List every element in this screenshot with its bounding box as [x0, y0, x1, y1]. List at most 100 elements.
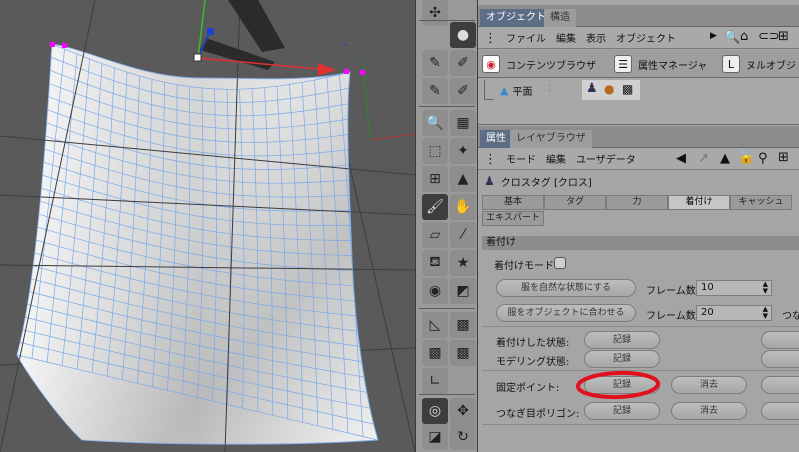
truncated-label: つな [782, 311, 799, 322]
sculpt-icon[interactable]: ✎ [422, 78, 448, 104]
grip-icon: ⋮ [484, 31, 497, 46]
fit-to-object-button[interactable]: 服をオブジェクトに合わせる [496, 304, 636, 322]
3d-viewport[interactable]: ⁼ [0, 0, 415, 452]
null-object-button[interactable]: L ヌルオブジ [722, 54, 796, 74]
menu-more-icon[interactable]: ▶ [710, 31, 717, 41]
menu-mode[interactable]: モード [506, 151, 536, 166]
checker-tag-icon[interactable]: ▩ [622, 82, 633, 96]
tab-structure[interactable]: 構造 [544, 9, 576, 27]
compass-icon[interactable]: ◎ [422, 398, 448, 424]
tab-objects[interactable]: オブジェクト [480, 9, 552, 27]
smudge-icon[interactable]: ✋ [450, 194, 476, 220]
brush-3d-icon[interactable]: ✎ [422, 50, 448, 76]
selection-rect-icon[interactable]: ⬚ [422, 138, 448, 164]
visibility-dots-icon[interactable]: ⁚ [548, 84, 551, 94]
checker-3-icon[interactable]: ▩ [450, 340, 476, 366]
dress-mode-checkbox[interactable] [554, 257, 566, 269]
texture-icon[interactable]: ▦ [450, 110, 476, 136]
attribute-manager-button[interactable]: ☰ 属性マネージャ [614, 54, 707, 74]
globe-icon: ◉ [482, 55, 500, 73]
search-icon[interactable]: 🔍 [724, 30, 740, 45]
plane-icon: ▲ [500, 84, 509, 97]
forward-arrow-icon[interactable]: ↗ [698, 151, 709, 166]
frames-field-1[interactable]: 10 ▲ ▼ [696, 280, 772, 296]
object-name: 平面 [512, 87, 533, 98]
frames-value-2: 20 [701, 307, 714, 318]
edit-icon[interactable]: ✐ [450, 50, 476, 76]
color-swatch-icon[interactable]: ◩ [450, 278, 476, 304]
up-arrow-icon[interactable]: ▲ [720, 151, 730, 166]
checker-2-icon[interactable]: ▩ [422, 340, 448, 366]
magnify-icon[interactable]: 🔍 [422, 110, 448, 136]
menu-object[interactable]: オブジェクト [616, 30, 676, 45]
menu-file[interactable]: ファイル [506, 30, 546, 45]
frames-label-2: フレーム数 [646, 311, 696, 322]
rotate-icon[interactable]: ↻ [450, 424, 476, 450]
annotation-circle [576, 370, 660, 400]
scale-icon[interactable]: ◪ [422, 424, 448, 450]
menu-edit[interactable]: 編集 [556, 30, 576, 45]
stepper-arrows-icon-2[interactable]: ▲ ▼ [763, 306, 768, 320]
transform-icon[interactable]: ⊞ [422, 166, 448, 192]
subtab-basic[interactable]: 基本 [482, 195, 544, 210]
move-tool-icon[interactable]: ✣ [422, 0, 448, 26]
subtab-expert[interactable]: エキスパート [482, 211, 544, 226]
dressed-state-extra-button[interactable] [761, 331, 799, 349]
edge-icon[interactable]: ✐ [450, 78, 476, 104]
magic-wand-icon[interactable]: ✦ [450, 138, 476, 164]
axis-icon[interactable]: ∟ [422, 368, 448, 394]
menu-edit-2[interactable]: 編集 [546, 151, 566, 166]
subtab-cache[interactable]: キャッシュ [730, 195, 792, 210]
tab-layer-browser[interactable]: レイヤブラウザ [510, 130, 592, 148]
dressed-state-set-button[interactable]: 記録 [584, 331, 660, 349]
tool-palette: ✣ ● ✎ ✐ ✎ ✐ 🔍 ▦ ⬚ ✦ ⊞ ▲ 🖌 ✋ ▱ ⁄ ⛾ ★ ◉ ◩ … [415, 0, 478, 452]
modeling-state-set-button[interactable]: 記録 [584, 350, 660, 368]
eye-icon[interactable]: ⊂⊃ [758, 29, 780, 44]
fill-bucket-icon[interactable]: ⛾ [422, 250, 448, 276]
object-list: ▲ 平面 ⁚ ♟ ● ▩ [478, 78, 799, 125]
seam-polygons-extra-button[interactable] [761, 402, 799, 420]
frames-value-1: 10 [701, 282, 714, 293]
paint-brush-icon[interactable]: 🖌 [422, 194, 448, 220]
content-browser-button[interactable]: ◉ コンテンツブラウザ [482, 54, 596, 74]
move-axis-icon[interactable]: ✥ [450, 398, 476, 424]
relax-button[interactable]: 服を自然な状態にする [496, 279, 636, 297]
link-icon[interactable]: ⚲ [758, 151, 768, 166]
content-browser-label: コンテンツブラウザ [506, 60, 596, 72]
cloth-tag-header-icon: ♟ [484, 174, 495, 188]
eyedropper-icon[interactable]: ⁄ [450, 222, 476, 248]
menu-view[interactable]: 表示 [586, 30, 606, 45]
attribute-manager-menubar: ⋮ モード 編集 ユーザデータ ◀ ↗ ▲ 🔓 ⚲ ⊞ [478, 148, 799, 170]
tag-title: クロスタグ [クロス] [500, 177, 592, 189]
checker-icon[interactable]: ▩ [450, 312, 476, 338]
lock-icon[interactable]: 🔓 [738, 150, 754, 165]
seam-polygons-clear-button[interactable]: 消去 [671, 402, 747, 420]
subtab-force[interactable]: 力 [606, 195, 668, 210]
star-icon[interactable]: ★ [450, 250, 476, 276]
new-panel-icon-2[interactable]: ⊞ [778, 150, 789, 165]
new-panel-icon[interactable]: ⊞ [778, 29, 789, 44]
uv-icon[interactable]: ◺ [422, 312, 448, 338]
modeling-state-extra-button[interactable] [761, 350, 799, 368]
layer-mask-icon[interactable]: ◉ [422, 278, 448, 304]
list-icon: ☰ [614, 55, 632, 73]
menu-user-data[interactable]: ユーザデータ [576, 151, 636, 166]
fixed-points-clear-button[interactable]: 消去 [671, 376, 747, 394]
frames-field-2[interactable]: 20 ▲ ▼ [696, 305, 772, 321]
eraser-icon[interactable]: ▱ [422, 222, 448, 248]
subtab-tag[interactable]: タグ [544, 195, 606, 210]
perspective-icon[interactable]: ▲ [450, 166, 476, 192]
dressed-state-label: 着付けした状態: [496, 338, 570, 349]
subtab-dress[interactable]: 着付け [668, 195, 730, 210]
tab-attributes[interactable]: 属性 [480, 130, 512, 148]
home-icon[interactable]: ⌂ [740, 29, 748, 44]
stepper-arrows-icon[interactable]: ▲ ▼ [763, 281, 768, 295]
cloth-tag-icon[interactable]: ♟ [586, 81, 598, 96]
object-row-plane[interactable]: ▲ 平面 [500, 83, 532, 98]
fixed-points-extra-button[interactable] [761, 376, 799, 394]
texture-tag-icon[interactable]: ● [604, 82, 614, 96]
sphere-tool-icon[interactable]: ● [450, 22, 476, 48]
seam-polygons-set-button[interactable]: 記録 [584, 402, 660, 420]
back-arrow-icon[interactable]: ◀ [676, 151, 686, 166]
seam-polygons-label: つなぎ目ポリゴン: [496, 409, 580, 420]
